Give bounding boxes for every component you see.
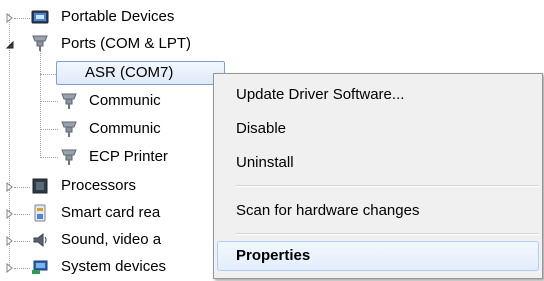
- tree-item-sound-video[interactable]: Sound, video a: [58, 229, 164, 251]
- tree-line: [14, 18, 30, 19]
- tree-line: [9, 14, 10, 267]
- port-icon: [60, 148, 78, 166]
- collapsed-expander-icon[interactable]: [5, 182, 15, 192]
- collapsed-expander-icon[interactable]: [5, 236, 15, 246]
- tree-item-ecp-printer[interactable]: ECP Printer: [86, 146, 171, 168]
- smart-card-reader-icon: [31, 204, 49, 222]
- menu-separator: [236, 185, 539, 187]
- collapsed-expander-icon[interactable]: [5, 209, 15, 219]
- port-icon: [60, 120, 78, 138]
- tree-line: [40, 129, 58, 130]
- portable-device-icon: [31, 8, 49, 26]
- tree-item-communications-1[interactable]: Communic: [86, 90, 164, 112]
- tree-line: [40, 101, 58, 102]
- tree-item-communications-2[interactable]: Communic: [86, 118, 164, 140]
- processor-icon: [31, 177, 49, 195]
- tree-line: [14, 241, 30, 242]
- expanded-expander-icon[interactable]: [5, 40, 15, 50]
- port-icon: [31, 34, 49, 52]
- system-device-icon: [31, 258, 49, 276]
- menu-separator: [236, 233, 539, 235]
- menu-item-update-driver[interactable]: Update Driver Software...: [217, 80, 539, 110]
- tree-line: [14, 187, 30, 188]
- collapsed-expander-icon[interactable]: [5, 13, 15, 23]
- menu-item-scan-hardware[interactable]: Scan for hardware changes: [217, 196, 539, 226]
- menu-item-properties[interactable]: Properties: [217, 241, 539, 271]
- tree-line: [14, 268, 30, 269]
- tree-item-processors[interactable]: Processors: [58, 175, 139, 197]
- tree-item-system-devices[interactable]: System devices: [58, 256, 169, 278]
- tree-line: [40, 50, 41, 158]
- context-menu: Update Driver Software... Disable Uninst…: [213, 73, 543, 279]
- collapsed-expander-icon[interactable]: [5, 263, 15, 273]
- port-icon: [60, 92, 78, 110]
- sound-icon: [31, 231, 49, 249]
- tree-line: [40, 157, 58, 158]
- tree-item-smart-card-readers[interactable]: Smart card rea: [58, 202, 163, 224]
- menu-item-uninstall[interactable]: Uninstall: [217, 148, 539, 178]
- menu-item-disable[interactable]: Disable: [217, 114, 539, 144]
- tree-line: [14, 214, 30, 215]
- tree-item-portable-devices[interactable]: Portable Devices: [58, 6, 177, 28]
- tree-item-asr-com7[interactable]: ASR (COM7): [56, 61, 225, 85]
- tree-item-ports[interactable]: Ports (COM & LPT): [58, 33, 194, 55]
